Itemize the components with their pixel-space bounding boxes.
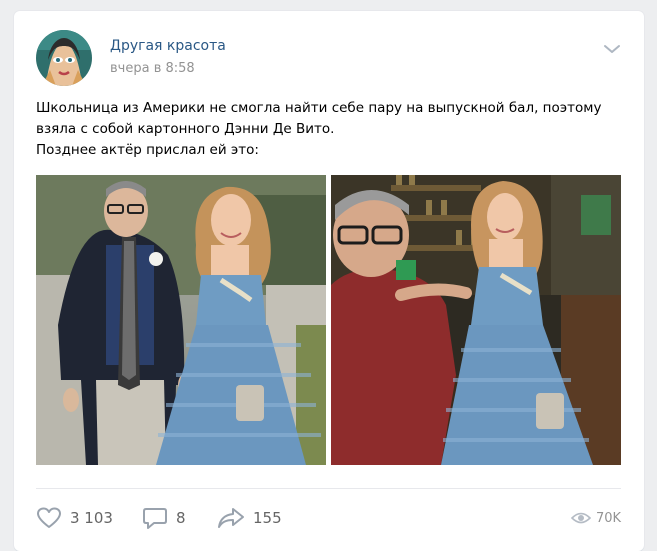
share-count: 155	[253, 509, 282, 527]
post-photo-cardboard-prom[interactable]	[36, 175, 326, 465]
share-button[interactable]: 155	[217, 505, 282, 531]
post-card: Другая красота вчера в 8:58 Школьница из…	[14, 11, 644, 551]
heart-icon	[37, 507, 61, 528]
post-photo-devito-reply[interactable]	[331, 175, 621, 465]
views-counter: 70K	[571, 505, 621, 531]
divider	[36, 488, 621, 489]
chevron-down-icon[interactable]	[602, 41, 622, 55]
group-name-link[interactable]: Другая красота	[110, 38, 226, 54]
post-text-line: взяла с собой картонного Дэнни Де Вито.	[36, 121, 335, 137]
like-button[interactable]: 3 103	[36, 505, 113, 531]
post-text-line: Школьница из Америки не смогла найти себ…	[36, 100, 602, 116]
post-timestamp[interactable]: вчера в 8:58	[110, 61, 195, 76]
like-count: 3 103	[70, 509, 113, 527]
views-count: 70K	[596, 510, 622, 526]
group-avatar[interactable]	[36, 30, 92, 86]
comment-button[interactable]: 8	[142, 505, 186, 531]
post-text: Школьница из Америки не смогла найти себ…	[36, 98, 621, 161]
post-text-line: Позднее актёр прислал ей это:	[36, 142, 259, 158]
comment-count: 8	[176, 509, 186, 527]
eye-icon	[571, 512, 591, 524]
share-arrow-icon	[218, 508, 244, 528]
comment-icon	[143, 508, 167, 529]
